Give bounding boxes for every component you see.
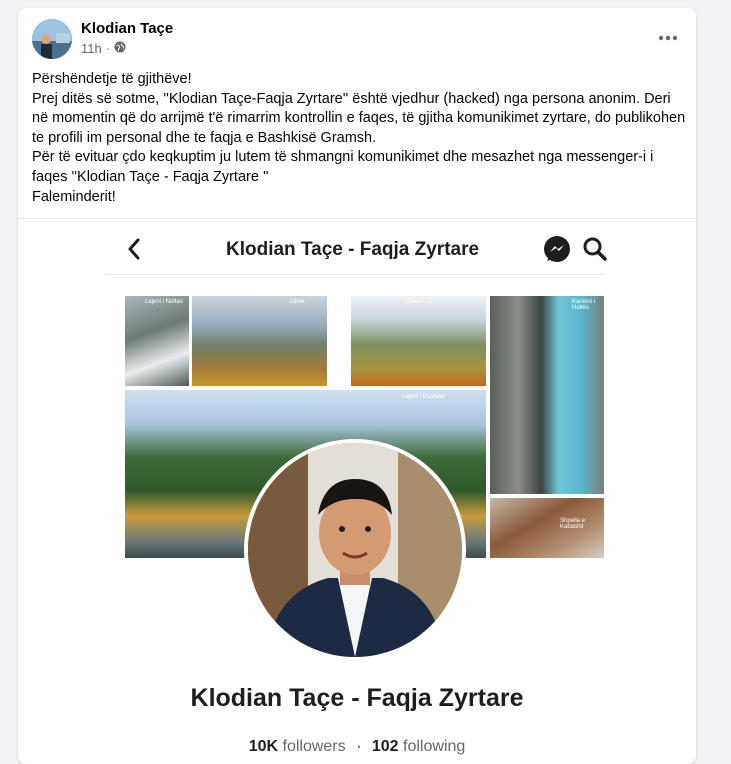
messenger-icon xyxy=(542,235,572,270)
post-time[interactable]: 11h xyxy=(81,41,102,56)
stats-separator: · xyxy=(356,738,362,755)
cover-tile: Liqeni i Noltas xyxy=(125,296,189,386)
cover-tile-label: Kanioni i Holtës xyxy=(572,299,596,311)
more-dots-icon[interactable] xyxy=(654,24,682,52)
cover-tile-label: Shpella e Kabashit xyxy=(560,518,586,530)
cover-tile: Lënie xyxy=(192,296,327,386)
cover-tile: Shpella e Kabashit xyxy=(490,498,604,558)
screenshot-nav-title: Klodian Taçe - Faqja Zyrtare xyxy=(226,239,480,260)
following-count: 102 xyxy=(371,738,399,755)
page-name: Klodian Taçe - Faqja Zyrtare xyxy=(190,684,524,712)
page-stats: 10K followers · 102 following xyxy=(18,738,696,756)
cover-tile-label: Liqeni i Dushkut xyxy=(402,394,445,400)
profile-picture xyxy=(244,439,466,661)
avatar[interactable] xyxy=(32,19,72,59)
following-label: following xyxy=(403,738,466,755)
cover-tile: Kanioni i Holtës xyxy=(490,296,604,494)
globe-icon xyxy=(114,41,126,56)
chevron-left-icon xyxy=(126,236,142,267)
post-meta: 11h · xyxy=(81,41,126,56)
cover-tile-label: Liqeni i Noltas xyxy=(145,299,183,305)
post-text-line: Faleminderit! xyxy=(32,188,116,205)
followers-label: followers xyxy=(282,738,346,755)
post-text: Përshëndetje të gjithëve! Prej ditës së … xyxy=(32,70,687,207)
post-header: Klodian Taçe 11h · xyxy=(18,8,696,64)
screenshot-nav-bar: Klodian Taçe - Faqja Zyrtare xyxy=(106,221,608,277)
post-text-line: Për të evituar çdo keqkuptim ju lutem të… xyxy=(32,149,654,185)
screenshot-nav-divider xyxy=(106,274,604,275)
cover-tile: Liqeni i Zi xyxy=(351,296,486,386)
search-icon xyxy=(582,236,608,267)
shared-screenshot[interactable]: Klodian Taçe - Faqja Zyrtare Liqeni i No… xyxy=(18,219,696,764)
followers-count: 10K xyxy=(248,738,279,755)
post-text-line: Prej ditës së sotme, ''Klodian Taçe-Faqj… xyxy=(32,90,686,146)
cover-tile-label: Lënie xyxy=(290,299,305,305)
cover-tile-label: Liqeni i Zi xyxy=(407,299,433,305)
author-name[interactable]: Klodian Taçe xyxy=(81,20,173,37)
post-text-line: Përshëndetje të gjithëve! xyxy=(32,71,192,87)
post-card: Klodian Taçe 11h · Përshëndetje të gjith… xyxy=(18,8,696,764)
